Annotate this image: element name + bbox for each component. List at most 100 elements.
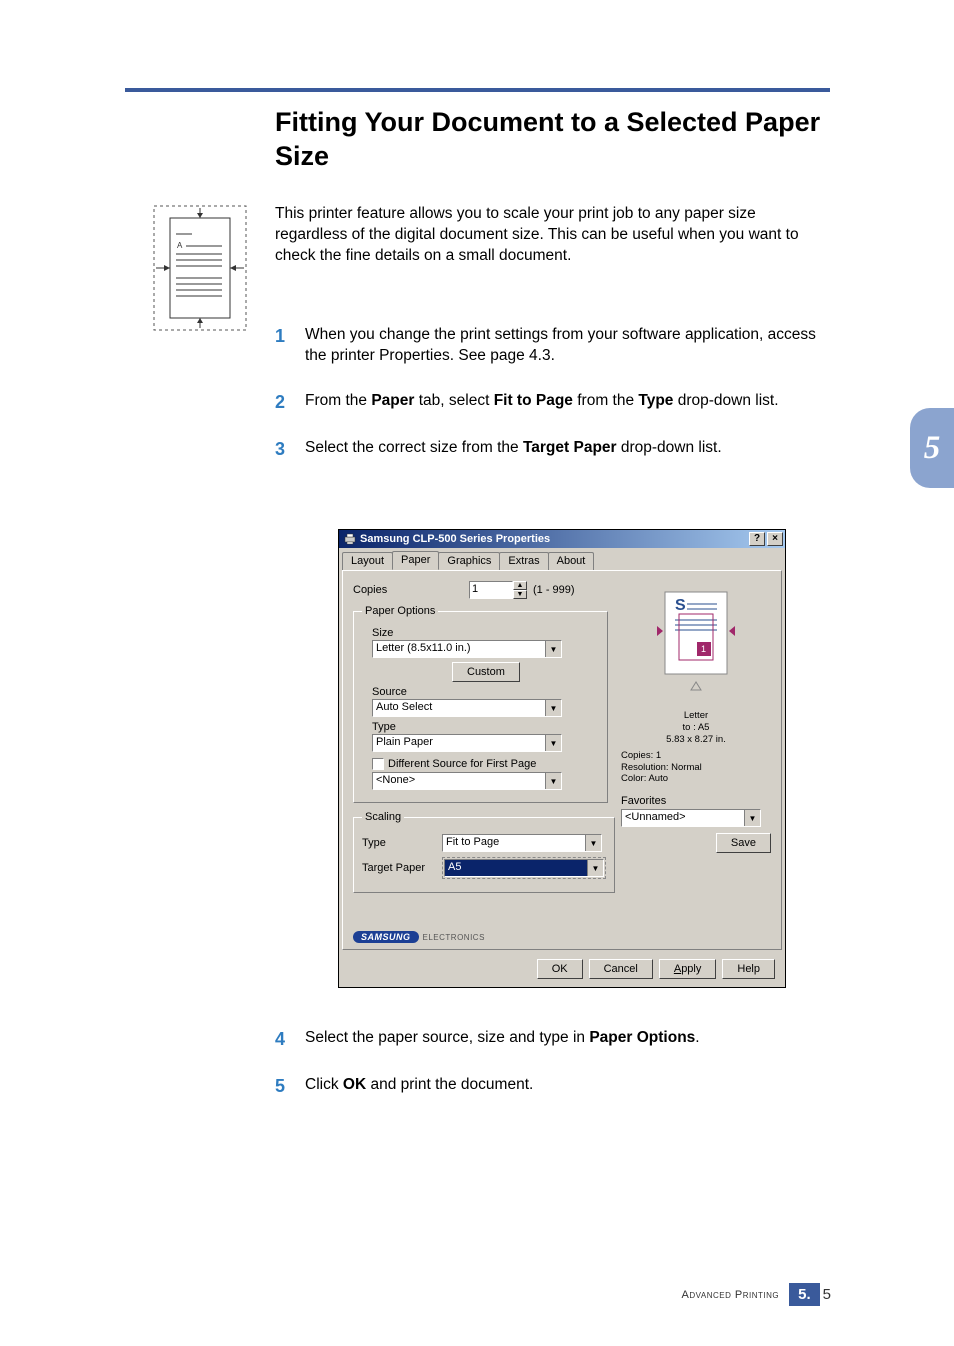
scaling-type-value: Fit to Page — [443, 835, 585, 851]
step-1: 1 When you change the print settings fro… — [275, 325, 835, 367]
ok-button[interactable]: OK — [537, 959, 583, 979]
page-footer: Advanced Printing 5. 5 — [682, 1283, 832, 1306]
source-label: Source — [372, 686, 599, 698]
favorites-value: <Unnamed> — [622, 810, 744, 826]
copies-row: Copies 1 ▲ ▼ (1 - 999) — [353, 581, 608, 599]
tab-about[interactable]: About — [548, 552, 595, 571]
text: . — [695, 1029, 699, 1046]
spin-down-icon[interactable]: ▼ — [513, 590, 527, 599]
size-combo[interactable]: Letter (8.5x11.0 in.) ▼ — [372, 640, 562, 658]
first-page-source-combo[interactable]: <None> ▼ — [372, 772, 562, 790]
type-combo[interactable]: Plain Paper ▼ — [372, 734, 562, 752]
text-bold: Type — [638, 392, 673, 409]
scaling-group: Scaling Type Fit to Page ▼ Target Paper … — [353, 811, 615, 893]
step-text: From the Paper tab, select Fit to Page f… — [305, 391, 835, 412]
dialog-title: Samsung CLP-500 Series Properties — [360, 533, 550, 545]
step-number: 4 — [275, 1027, 305, 1051]
apply-label-rest: pply — [681, 963, 701, 975]
page-preview: S 1 — [641, 586, 751, 706]
target-paper-label: Target Paper — [362, 862, 442, 874]
preview-line: 5.83 x 8.27 in. — [621, 734, 771, 746]
dialog-button-row: OK Cancel Apply Help — [339, 953, 785, 987]
copies-input[interactable]: 1 — [469, 581, 513, 599]
text-bold: OK — [343, 1076, 366, 1093]
text: Select the paper source, size and type i… — [305, 1029, 589, 1046]
footer-page-number: 5 — [823, 1286, 831, 1303]
paper-options-legend: Paper Options — [362, 605, 438, 617]
steps-block-2: 4 Select the paper source, size and type… — [275, 1028, 835, 1123]
help-button[interactable]: Help — [722, 959, 775, 979]
source-combo[interactable]: Auto Select ▼ — [372, 699, 562, 717]
dialog-titlebar: Samsung CLP-500 Series Properties ? × — [339, 530, 785, 548]
step-text: Select the paper source, size and type i… — [305, 1028, 835, 1049]
favorites-label: Favorites — [621, 795, 771, 807]
copies-range: (1 - 999) — [533, 584, 575, 596]
size-value: Letter (8.5x11.0 in.) — [373, 641, 545, 657]
text-bold: Paper — [371, 392, 414, 409]
scaling-type-label: Type — [362, 837, 442, 849]
chevron-down-icon[interactable]: ▼ — [545, 641, 561, 657]
preview-info: Letter to : A5 5.83 x 8.27 in. Copies: 1… — [621, 710, 771, 785]
preview-line: Letter — [621, 710, 771, 722]
target-paper-highlight: A5 ▼ — [442, 857, 606, 879]
chevron-down-icon[interactable]: ▼ — [587, 860, 603, 876]
svg-text:A: A — [177, 241, 183, 250]
printer-icon — [343, 532, 357, 546]
text-bold: Target Paper — [523, 439, 617, 456]
apply-button[interactable]: Apply — [659, 959, 717, 979]
fit-to-page-diagram: A — [152, 204, 248, 334]
chevron-down-icon[interactable]: ▼ — [744, 810, 760, 826]
chevron-down-icon[interactable]: ▼ — [585, 835, 601, 851]
header-rule — [125, 88, 830, 92]
tab-paper[interactable]: Paper — [392, 551, 439, 570]
scaling-type-combo[interactable]: Fit to Page ▼ — [442, 834, 602, 852]
page-title: Fitting Your Document to a Selected Pape… — [275, 106, 830, 174]
footer-section-label: Advanced Printing — [682, 1289, 780, 1301]
scaling-legend: Scaling — [362, 811, 404, 823]
source-value: Auto Select — [373, 700, 545, 716]
target-paper-combo[interactable]: A5 ▼ — [444, 859, 604, 877]
custom-button[interactable]: Custom — [452, 662, 520, 682]
spin-up-icon[interactable]: ▲ — [513, 581, 527, 590]
favorites-combo[interactable]: <Unnamed> ▼ — [621, 809, 761, 827]
paper-options-group: Paper Options Size Letter (8.5x11.0 in.)… — [353, 605, 608, 803]
preview-line: Color: Auto — [621, 773, 771, 785]
tab-strip: Layout Paper Graphics Extras About — [339, 548, 785, 570]
samsung-logo: SAMSUNG ELECTRONICS — [353, 931, 485, 943]
step-text: Select the correct size from the Target … — [305, 438, 835, 459]
size-label: Size — [372, 627, 599, 639]
tab-extras[interactable]: Extras — [499, 552, 548, 571]
text: drop-down list. — [673, 392, 778, 409]
text: drop-down list. — [617, 439, 722, 456]
target-paper-value: A5 — [445, 860, 587, 876]
close-button[interactable]: × — [767, 532, 783, 546]
text: Click — [305, 1076, 343, 1093]
text: Select the correct size from the — [305, 439, 523, 456]
tab-graphics[interactable]: Graphics — [438, 552, 500, 571]
step-2: 2 From the Paper tab, select Fit to Page… — [275, 391, 835, 414]
tab-layout[interactable]: Layout — [342, 552, 393, 571]
intro-paragraph: This printer feature allows you to scale… — [275, 204, 825, 267]
different-source-row[interactable]: Different Source for First Page — [372, 758, 599, 770]
text: From the — [305, 392, 371, 409]
chevron-down-icon[interactable]: ▼ — [545, 735, 561, 751]
printer-properties-screenshot: Samsung CLP-500 Series Properties ? × La… — [338, 529, 786, 988]
step-number: 2 — [275, 390, 305, 414]
text: tab, select — [414, 392, 493, 409]
text-bold: Fit to Page — [494, 392, 573, 409]
logo-subtext: ELECTRONICS — [423, 933, 485, 942]
cancel-button[interactable]: Cancel — [589, 959, 653, 979]
copies-spinner[interactable]: ▲ ▼ — [513, 581, 527, 599]
step-number: 5 — [275, 1074, 305, 1098]
svg-text:1: 1 — [701, 644, 706, 654]
step-4: 4 Select the paper source, size and type… — [275, 1028, 835, 1051]
text: and print the document. — [366, 1076, 533, 1093]
help-button[interactable]: ? — [749, 532, 765, 546]
first-page-source-value: <None> — [373, 773, 545, 789]
logo-brand: SAMSUNG — [353, 931, 419, 943]
chevron-down-icon[interactable]: ▼ — [545, 700, 561, 716]
different-source-checkbox[interactable] — [372, 758, 384, 770]
step-number: 3 — [275, 437, 305, 461]
save-favorite-button[interactable]: Save — [716, 833, 771, 853]
chevron-down-icon[interactable]: ▼ — [545, 773, 561, 789]
